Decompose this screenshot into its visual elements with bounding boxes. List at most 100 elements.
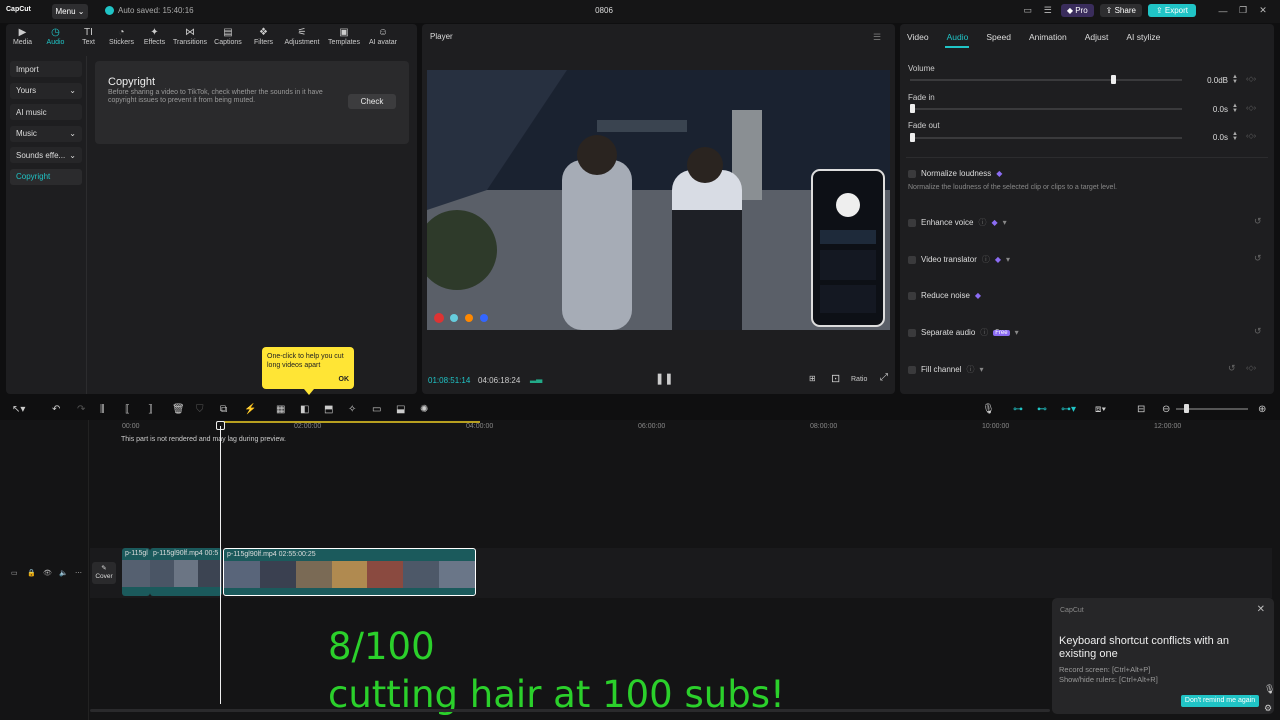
pause-button[interactable]: ❚❚ [655, 372, 673, 385]
mirror-icon[interactable]: ◧ [300, 404, 309, 415]
sidenav-item-yours[interactable]: Yours ⌄ [10, 82, 82, 99]
sidenav-item-sounds[interactable]: Sounds effe... ⌄ [10, 147, 82, 163]
crop-tool-icon[interactable]: ⧉ [220, 404, 227, 415]
magnet-icon[interactable]: ⊷ [1037, 404, 1047, 415]
keyframe-icon[interactable]: ‹◇› [1246, 104, 1256, 112]
volume-slider[interactable] [910, 75, 1182, 84]
split-right-icon[interactable]: ⟧ [148, 404, 153, 415]
normalize-loudness-row[interactable]: Normalize loudness ◆ [908, 169, 1002, 178]
preview-axis-icon[interactable]: ⧈▾ [1095, 404, 1106, 415]
playhead[interactable] [220, 426, 221, 704]
tab-ai-stylize[interactable]: AI stylize [1126, 32, 1160, 42]
sidenav-item-copyright[interactable]: Copyright [10, 168, 82, 185]
magic-icon[interactable]: ✧ [348, 404, 356, 415]
separate-checkbox[interactable] [908, 328, 916, 337]
tool-filters[interactable]: ❖ Filters [247, 27, 280, 51]
keyframe-icon[interactable]: ‹◇› [1246, 75, 1256, 83]
zoom-knob[interactable] [1184, 404, 1189, 413]
tool-captions[interactable]: ▤ Captions [209, 27, 247, 51]
lock-icon[interactable]: 🔒 [27, 569, 36, 577]
export-button[interactable]: ⇪ Export [1147, 4, 1196, 17]
track-hide-icon[interactable]: ▭ [11, 569, 18, 577]
tab-speed[interactable]: Speed [986, 32, 1011, 42]
settings-icon[interactable]: ⚙ [1264, 703, 1272, 714]
fade-out-knob[interactable] [910, 133, 915, 142]
tooltip-ok-button[interactable]: OK [339, 375, 350, 384]
fade-out-stepper[interactable]: ▲ ▼ [1232, 131, 1238, 142]
enhance-checkbox[interactable] [908, 218, 916, 227]
fill-channel-row[interactable]: Fill channel ⓘ ▾ [908, 364, 983, 375]
maximize-icon[interactable]: ❐ [1236, 5, 1250, 16]
microphone-icon[interactable]: 🎙 [1264, 684, 1275, 695]
expand-icon[interactable]: ⤢ [880, 372, 888, 383]
reset-icon[interactable]: ↺ [1254, 326, 1262, 337]
volume-value[interactable]: 0.0dB [1188, 76, 1228, 85]
reduce-checkbox[interactable] [908, 291, 916, 300]
redo-icon[interactable]: ↷ [77, 404, 85, 415]
more-icon[interactable]: ⋯ [75, 569, 82, 577]
sidenav-item-music[interactable]: Music ⌄ [10, 125, 82, 142]
cover-button[interactable]: ✎ Cover [92, 562, 116, 584]
tool-ai-avatar[interactable]: ☺ AI avatar [364, 27, 402, 51]
video-preview[interactable] [427, 70, 890, 330]
caption-tool-icon[interactable]: ▭ [372, 404, 381, 415]
separate-audio-row[interactable]: Separate audio ⓘ Free ▾ [908, 327, 1019, 338]
check-button[interactable]: Check [348, 94, 396, 109]
fade-in-stepper[interactable]: ▲ ▼ [1232, 103, 1238, 114]
split-left-icon[interactable]: ⟦ [125, 404, 130, 415]
tab-video[interactable]: Video [907, 32, 929, 42]
fade-in-value[interactable]: 0.0s [1188, 105, 1228, 114]
tool-transitions[interactable]: ⋈ Transitions [171, 27, 209, 51]
crop-icon[interactable]: ⊡ [831, 372, 840, 385]
keyframe-icon[interactable]: ‹◇› [1246, 132, 1256, 140]
sidenav-item-ai-music[interactable]: AI music [10, 104, 82, 120]
tool-media[interactable]: ▶ Media [6, 27, 39, 51]
tab-audio[interactable]: Audio [947, 32, 969, 42]
video-clip[interactable]: p-115gl [122, 548, 150, 596]
undo-icon[interactable]: ↶ [52, 404, 60, 415]
zoom-in-icon[interactable]: ⊕ [1258, 404, 1266, 415]
export-frame-icon[interactable]: ⬓ [396, 404, 405, 415]
reset-icon[interactable]: ↺ [1228, 363, 1236, 374]
selected-video-clip[interactable]: p-115gl90lf.mp4 02:55:00:25 [223, 548, 476, 596]
link-main-track-icon[interactable]: ⊶ [1013, 404, 1023, 415]
volume-slider-knob[interactable] [1111, 75, 1117, 84]
reduce-noise-row[interactable]: Reduce noise ◆ [908, 291, 981, 300]
fade-out-value[interactable]: 0.0s [1188, 133, 1228, 142]
chevron-down-icon[interactable]: ▾ [1006, 255, 1010, 264]
reset-icon[interactable]: ↺ [1254, 216, 1262, 227]
fade-in-knob[interactable] [910, 104, 915, 113]
tool-adjustment[interactable]: ⚟ Adjustment [280, 27, 324, 51]
video-clip[interactable]: p-115gl90lf.mp4 00:5 [150, 548, 222, 596]
fill-checkbox[interactable] [908, 365, 916, 374]
select-tool-icon[interactable]: ↖▾ [12, 404, 25, 415]
volume-stepper[interactable]: ▲ ▼ [1232, 74, 1238, 85]
fullscreen-preview-icon[interactable]: ⊞ [809, 374, 816, 383]
keyframe-icon[interactable]: ‹◇› [1246, 364, 1256, 372]
list-icon[interactable]: ☰ [1041, 5, 1055, 16]
eye-icon[interactable]: 👁 [43, 569, 52, 577]
auto-cut-icon[interactable]: ⚡ [244, 404, 256, 415]
tool-effects[interactable]: ✦ Effects [138, 27, 171, 51]
delete-icon[interactable]: 🗑 [172, 404, 185, 415]
chevron-down-icon[interactable]: ▾ [1003, 218, 1007, 227]
freeze-icon[interactable]: ▦ [276, 404, 285, 415]
speaker-icon[interactable]: 🔈 [59, 569, 68, 577]
tab-adjust[interactable]: Adjust [1085, 32, 1109, 42]
reset-icon[interactable]: ↺ [1254, 253, 1262, 264]
microphone-icon[interactable]: 🎙 [982, 404, 995, 415]
ai-tool-icon[interactable]: ✺ [420, 404, 428, 415]
minimize-icon[interactable]: — [1216, 6, 1230, 16]
dont-remind-button[interactable]: Don't remind me again [1181, 695, 1259, 707]
chevron-down-icon[interactable]: ▾ [1015, 328, 1019, 337]
tool-stickers[interactable]: ◔ Stickers [105, 27, 138, 51]
translator-checkbox[interactable] [908, 255, 916, 264]
close-icon[interactable]: ✕ [1256, 5, 1270, 16]
linkage-icon[interactable]: ⊶▾ [1061, 404, 1076, 415]
extract-icon[interactable]: ⬒ [324, 404, 333, 415]
fit-icon[interactable]: ⊟ [1137, 404, 1145, 415]
tool-audio[interactable]: ◷ Audio [39, 27, 72, 51]
timeline-scrollbar[interactable] [90, 709, 1050, 712]
pro-button[interactable]: ◆ Pro [1060, 4, 1094, 17]
normalize-checkbox[interactable] [908, 169, 916, 178]
